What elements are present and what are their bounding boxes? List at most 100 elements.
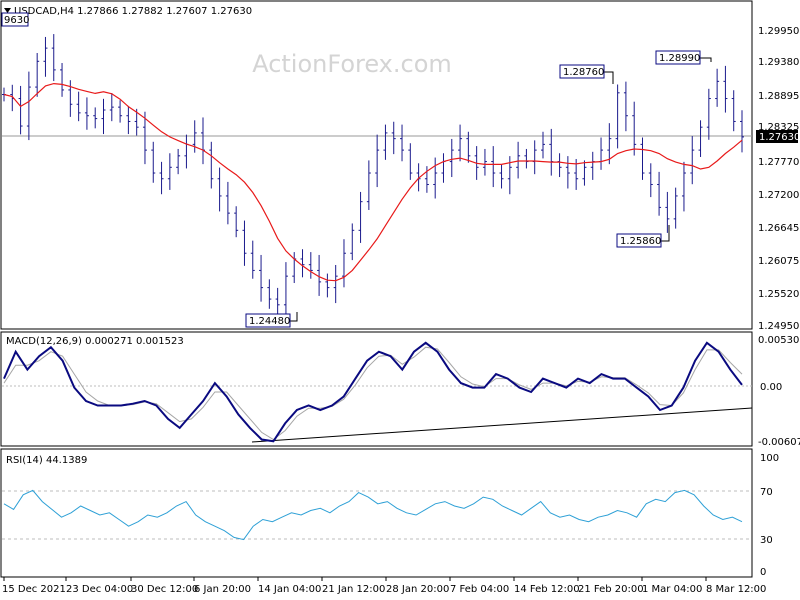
price-tick-0: 1.29950 — [758, 26, 799, 37]
price-bar — [341, 239, 346, 288]
price-bar — [375, 134, 380, 188]
x-tick-6: 28 Jan 20:00 — [386, 584, 449, 595]
price-bar — [43, 36, 48, 77]
price-bar — [590, 151, 595, 180]
price-bar — [731, 90, 736, 132]
macd-tick-bottom: -0.006074 — [758, 437, 800, 448]
price-bar — [267, 279, 272, 309]
price-bar — [532, 140, 537, 175]
x-tick-8: 14 Feb 12:00 — [514, 584, 580, 595]
x-tick-9: 21 Feb 20:00 — [578, 584, 644, 595]
price-bar — [76, 91, 81, 122]
rsi-label: RSI(14) 44.1389 — [6, 455, 87, 466]
macd-tick-top: 0.005307 — [758, 335, 800, 346]
annotation-high-1: 1.28760 — [559, 64, 614, 84]
price-bar — [60, 63, 65, 97]
price-chart-title: USDCAD,H4 1.27866 1.27882 1.27607 1.2763… — [14, 6, 252, 17]
price-bar — [201, 117, 206, 165]
price-bar — [383, 124, 388, 160]
price-tick-1: 1.29380 — [758, 57, 799, 68]
price-bar — [615, 84, 620, 149]
price-bar — [648, 163, 653, 198]
price-bar — [516, 141, 521, 179]
price-bar — [101, 98, 106, 135]
annotation-high-2: 1.28990 — [655, 50, 712, 65]
annotation-left: 9630 — [1, 12, 29, 27]
watermark: ActionForex.com — [252, 50, 452, 78]
chart-canvas: ActionForex.com USDCAD,H4 1.27866 1.2788… — [0, 0, 800, 595]
price-bar — [300, 249, 305, 278]
annotation-low-2-label: 1.24480 — [249, 316, 290, 327]
annotation-high-2-label: 1.28990 — [659, 53, 700, 64]
price-bar — [441, 153, 446, 183]
price-bar — [325, 273, 330, 298]
price-bar — [640, 137, 645, 180]
x-tick-0: 15 Dec 2021 — [2, 584, 66, 595]
annotation-low-1: 1.25860 — [616, 225, 670, 248]
price-bar — [151, 141, 156, 183]
price-bar — [623, 81, 628, 132]
price-bar — [681, 161, 686, 212]
price-bar — [740, 110, 744, 153]
x-tick-1: 23 Dec 04:00 — [66, 584, 133, 595]
price-bar — [358, 191, 363, 243]
price-tick-7: 1.26075 — [758, 256, 799, 267]
price-bar — [723, 65, 728, 113]
price-bar — [333, 264, 338, 304]
price-bar — [283, 262, 288, 316]
price-tick-6: 1.26645 — [758, 223, 799, 234]
price-bar — [565, 156, 570, 189]
price-bar — [184, 134, 189, 169]
annotation-left-label: 9630 — [4, 15, 29, 26]
current-price-label: 1.27630 — [759, 132, 800, 143]
price-bar — [126, 105, 131, 135]
x-tick-11: 8 Mar 12:00 — [706, 584, 766, 595]
price-bar — [51, 34, 56, 82]
price-bar — [599, 137, 604, 170]
price-bar — [582, 160, 587, 186]
price-bar — [557, 153, 562, 178]
price-bar — [26, 71, 31, 141]
price-bar — [242, 220, 247, 266]
macd-tick-zero: 0.00 — [760, 382, 782, 393]
x-axis: 15 Dec 2021 23 Dec 04:00 30 Dec 12:00 6 … — [2, 577, 766, 595]
price-bar — [35, 52, 40, 97]
x-tick-5: 21 Jan 12:00 — [322, 584, 385, 595]
rsi-tick-30: 30 — [760, 535, 773, 546]
price-bar — [217, 167, 222, 212]
rsi-tick-70: 70 — [760, 487, 773, 498]
price-bar — [366, 160, 371, 210]
price-bar — [632, 101, 637, 156]
price-bar — [350, 223, 355, 261]
x-tick-3: 6 Jan 20:00 — [194, 584, 251, 595]
price-bar — [400, 124, 405, 162]
macd-main-line — [3, 341, 743, 443]
price-tick-4: 1.27770 — [758, 157, 799, 168]
price-bar — [18, 85, 23, 135]
price-bar — [167, 153, 172, 190]
macd-label: MACD(12,26,9) 0.000271 0.001523 — [6, 336, 184, 347]
price-bar — [84, 97, 89, 130]
price-bar — [449, 138, 454, 178]
price-bar — [706, 88, 711, 140]
price-bar — [524, 148, 529, 169]
annotation-low-1-label: 1.25860 — [620, 236, 661, 247]
macd-signal-line — [3, 346, 743, 441]
price-tick-9: 1.24950 — [758, 321, 799, 332]
price-bar — [482, 148, 487, 176]
price-bar — [176, 148, 181, 175]
price-bar — [408, 143, 413, 180]
price-bar — [690, 136, 695, 185]
x-tick-4: 14 Jan 04:00 — [258, 584, 321, 595]
annotation-low-2: 1.24480 — [245, 312, 298, 328]
price-bar — [715, 68, 720, 107]
price-tick-2: 1.28895 — [758, 91, 799, 102]
price-bar — [499, 164, 504, 189]
price-bar — [698, 120, 703, 157]
price-bar — [458, 124, 463, 162]
rsi-line — [3, 489, 743, 541]
price-bar — [657, 171, 662, 216]
price-bar — [673, 187, 678, 229]
x-tick-10: 1 Mar 04:00 — [642, 584, 702, 595]
annotation-high-1-label: 1.28760 — [563, 67, 604, 78]
